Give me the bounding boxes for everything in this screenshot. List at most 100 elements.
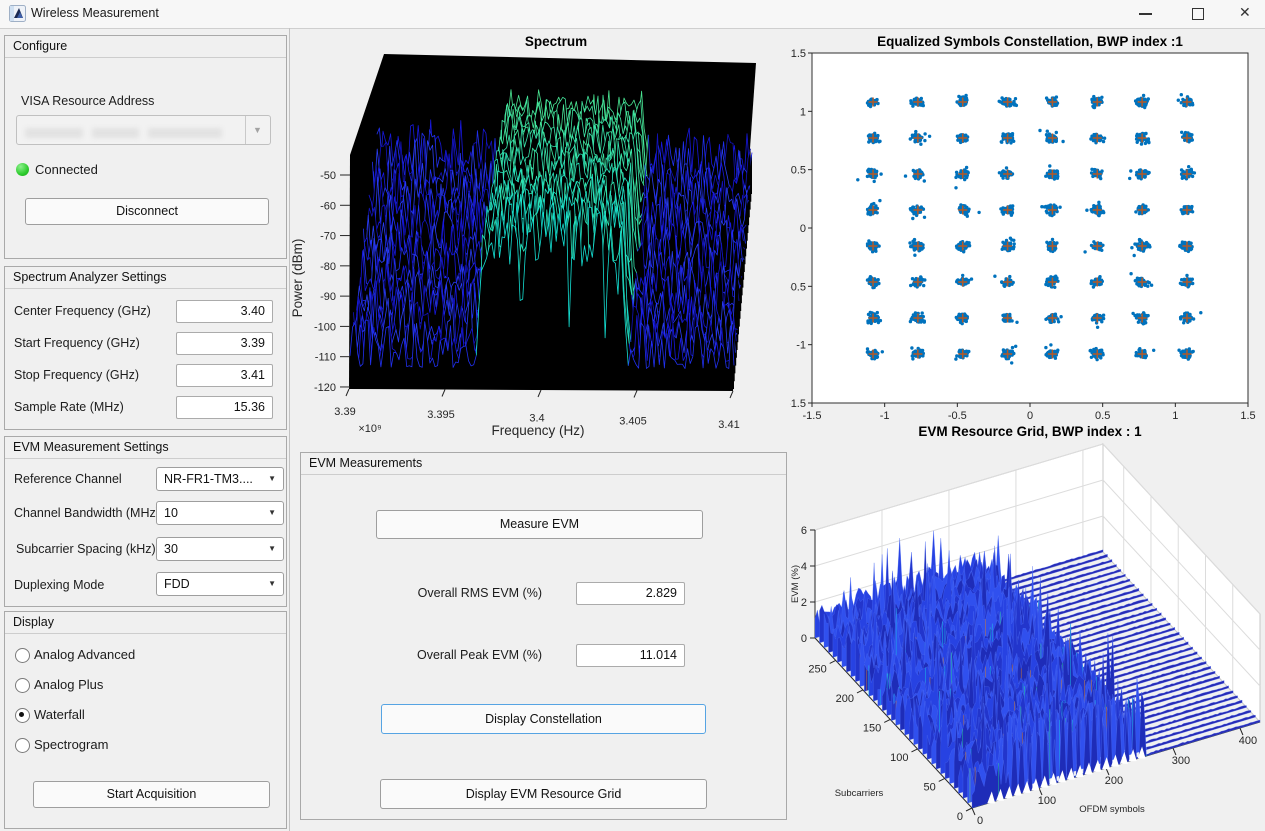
evm-measurements-panel: EVM Measurements Measure EVM Overall RMS… bbox=[300, 452, 787, 820]
minimize-button[interactable] bbox=[1128, 0, 1164, 27]
spectrum-x-exponent: ×10⁹ bbox=[358, 423, 381, 435]
start-acquisition-button[interactable]: Start Acquisition bbox=[33, 781, 270, 808]
connection-status-led bbox=[16, 163, 29, 176]
display-constellation-button[interactable]: Display Constellation bbox=[381, 704, 706, 734]
svg-text:1.5: 1.5 bbox=[1240, 410, 1255, 422]
center-frequency-field[interactable]: 3.40 bbox=[176, 300, 273, 323]
evmgrid-zlabel: EVM (%) bbox=[790, 565, 801, 603]
svg-text:3.395: 3.395 bbox=[427, 409, 455, 421]
reference-channel-dropdown[interactable]: NR-FR1-TM3....▼ bbox=[156, 467, 284, 491]
stop-frequency-label: Stop Frequency (GHz) bbox=[14, 368, 139, 382]
start-frequency-field[interactable]: 3.39 bbox=[176, 332, 273, 355]
svg-text:100: 100 bbox=[890, 752, 908, 764]
svg-text:-90: -90 bbox=[320, 291, 336, 303]
connection-status-text: Connected bbox=[35, 162, 98, 177]
spectrum-xlabel: Frequency (Hz) bbox=[491, 423, 584, 438]
stop-frequency-field[interactable]: 3.41 bbox=[176, 364, 273, 387]
svg-text:-1: -1 bbox=[796, 340, 806, 352]
svg-text:-0.5: -0.5 bbox=[790, 281, 806, 293]
spectrum-analyzer-settings-panel: Spectrum Analyzer Settings Center Freque… bbox=[4, 266, 287, 430]
visa-resource-value-redacted bbox=[25, 125, 231, 143]
configure-panel: Configure VISA Resource Address ▼ Connec… bbox=[4, 35, 287, 259]
spectrum-ylabel: Power (dBm) bbox=[290, 239, 305, 318]
svg-text:-100: -100 bbox=[314, 321, 336, 333]
close-button[interactable]: ✕ bbox=[1229, 0, 1265, 27]
app-icon bbox=[9, 5, 26, 22]
svg-text:-50: -50 bbox=[320, 170, 336, 182]
constellation-plot: -1.5-1-0.500.511.5-1.5-1-0.500.511.5Equa… bbox=[790, 30, 1265, 422]
svg-text:0.5: 0.5 bbox=[1095, 410, 1110, 422]
radio-icon bbox=[15, 708, 30, 723]
constellation-title: Equalized Symbols Constellation, BWP ind… bbox=[877, 34, 1183, 49]
svg-text:2: 2 bbox=[801, 597, 807, 609]
svg-text:1: 1 bbox=[800, 106, 806, 118]
radio-icon bbox=[15, 678, 30, 693]
svg-text:-70: -70 bbox=[320, 231, 336, 243]
subcarrier-spacing-dropdown[interactable]: 30▼ bbox=[156, 537, 284, 561]
display-evm-resource-grid-button[interactable]: Display EVM Resource Grid bbox=[380, 779, 707, 809]
visa-resource-combobox[interactable]: ▼ bbox=[16, 115, 271, 145]
svg-text:1: 1 bbox=[1172, 410, 1178, 422]
svg-text:0: 0 bbox=[977, 815, 983, 827]
svg-text:150: 150 bbox=[863, 722, 881, 734]
wireless-measurement-window: Wireless Measurement ✕ Configure VISA Re… bbox=[0, 0, 1265, 831]
maximize-icon bbox=[1192, 8, 1204, 20]
visa-resource-label: VISA Resource Address bbox=[21, 94, 154, 108]
window-title: Wireless Measurement bbox=[31, 6, 159, 20]
evm-measurement-settings-panel: EVM Measurement Settings Reference Chann… bbox=[4, 436, 287, 607]
svg-text:-80: -80 bbox=[320, 261, 336, 273]
svg-text:3.39: 3.39 bbox=[334, 406, 355, 418]
svg-text:300: 300 bbox=[1172, 755, 1190, 767]
channel-bandwidth-label: Channel Bandwidth (MHz) bbox=[14, 506, 160, 520]
spectrum-title: Spectrum bbox=[525, 34, 587, 49]
center-frequency-label: Center Frequency (GHz) bbox=[14, 304, 151, 318]
rms-evm-label: Overall RMS EVM (%) bbox=[364, 586, 542, 600]
svg-text:6: 6 bbox=[801, 525, 807, 537]
svg-text:0: 0 bbox=[1027, 410, 1033, 422]
maximize-button[interactable] bbox=[1180, 0, 1216, 27]
evmgrid-title: EVM Resource Grid, BWP index : 1 bbox=[918, 424, 1142, 439]
title-bar: Wireless Measurement ✕ bbox=[0, 0, 1265, 29]
chevron-down-icon: ▼ bbox=[268, 538, 276, 560]
svg-text:250: 250 bbox=[808, 663, 826, 675]
svg-text:1.5: 1.5 bbox=[791, 48, 806, 60]
duplexing-mode-label: Duplexing Mode bbox=[14, 578, 104, 592]
svg-text:0.5: 0.5 bbox=[791, 165, 806, 177]
svg-text:0: 0 bbox=[801, 633, 807, 645]
configure-panel-title: Configure bbox=[5, 36, 286, 58]
svg-text:3.405: 3.405 bbox=[619, 416, 647, 428]
chevron-down-icon: ▼ bbox=[268, 502, 276, 524]
spectrum-settings-title: Spectrum Analyzer Settings bbox=[5, 267, 286, 289]
svg-text:3.41: 3.41 bbox=[718, 419, 739, 431]
svg-text:-110: -110 bbox=[315, 352, 336, 364]
peak-evm-field[interactable]: 11.014 bbox=[576, 644, 685, 667]
svg-text:200: 200 bbox=[836, 693, 854, 705]
evm-measurements-title: EVM Measurements bbox=[301, 453, 786, 475]
spectrum-plot: -50-60-70-80-90-100-110-1203.393.3953.43… bbox=[290, 30, 790, 440]
peak-evm-label: Overall Peak EVM (%) bbox=[364, 648, 542, 662]
svg-text:50: 50 bbox=[923, 781, 935, 793]
sample-rate-label: Sample Rate (MHz) bbox=[14, 400, 124, 414]
duplexing-mode-dropdown[interactable]: FDD▼ bbox=[156, 572, 284, 596]
svg-text:-1: -1 bbox=[880, 410, 890, 422]
disconnect-button[interactable]: Disconnect bbox=[25, 198, 269, 225]
visa-dropdown-arrow-button[interactable]: ▼ bbox=[245, 116, 270, 144]
svg-text:-1.5: -1.5 bbox=[803, 410, 822, 422]
minimize-icon bbox=[1139, 13, 1152, 15]
svg-text:200: 200 bbox=[1105, 775, 1123, 787]
evm-settings-title: EVM Measurement Settings bbox=[5, 437, 286, 459]
channel-bandwidth-dropdown[interactable]: 10▼ bbox=[156, 501, 284, 525]
evmgrid-xlabel: OFDM symbols bbox=[1079, 804, 1145, 815]
radio-icon bbox=[15, 648, 30, 663]
measure-evm-button[interactable]: Measure EVM bbox=[376, 510, 703, 539]
display-panel-title: Display bbox=[5, 612, 286, 634]
svg-text:0: 0 bbox=[800, 223, 806, 235]
rms-evm-field[interactable]: 2.829 bbox=[576, 582, 685, 605]
svg-text:0: 0 bbox=[957, 811, 963, 823]
chevron-down-icon: ▼ bbox=[268, 573, 276, 595]
svg-text:4: 4 bbox=[801, 561, 807, 573]
close-icon: ✕ bbox=[1239, 4, 1251, 21]
chevron-down-icon: ▼ bbox=[253, 125, 262, 135]
subcarrier-spacing-label: Subcarrier Spacing (kHz) bbox=[16, 542, 156, 556]
sample-rate-field[interactable]: 15.36 bbox=[176, 396, 273, 419]
